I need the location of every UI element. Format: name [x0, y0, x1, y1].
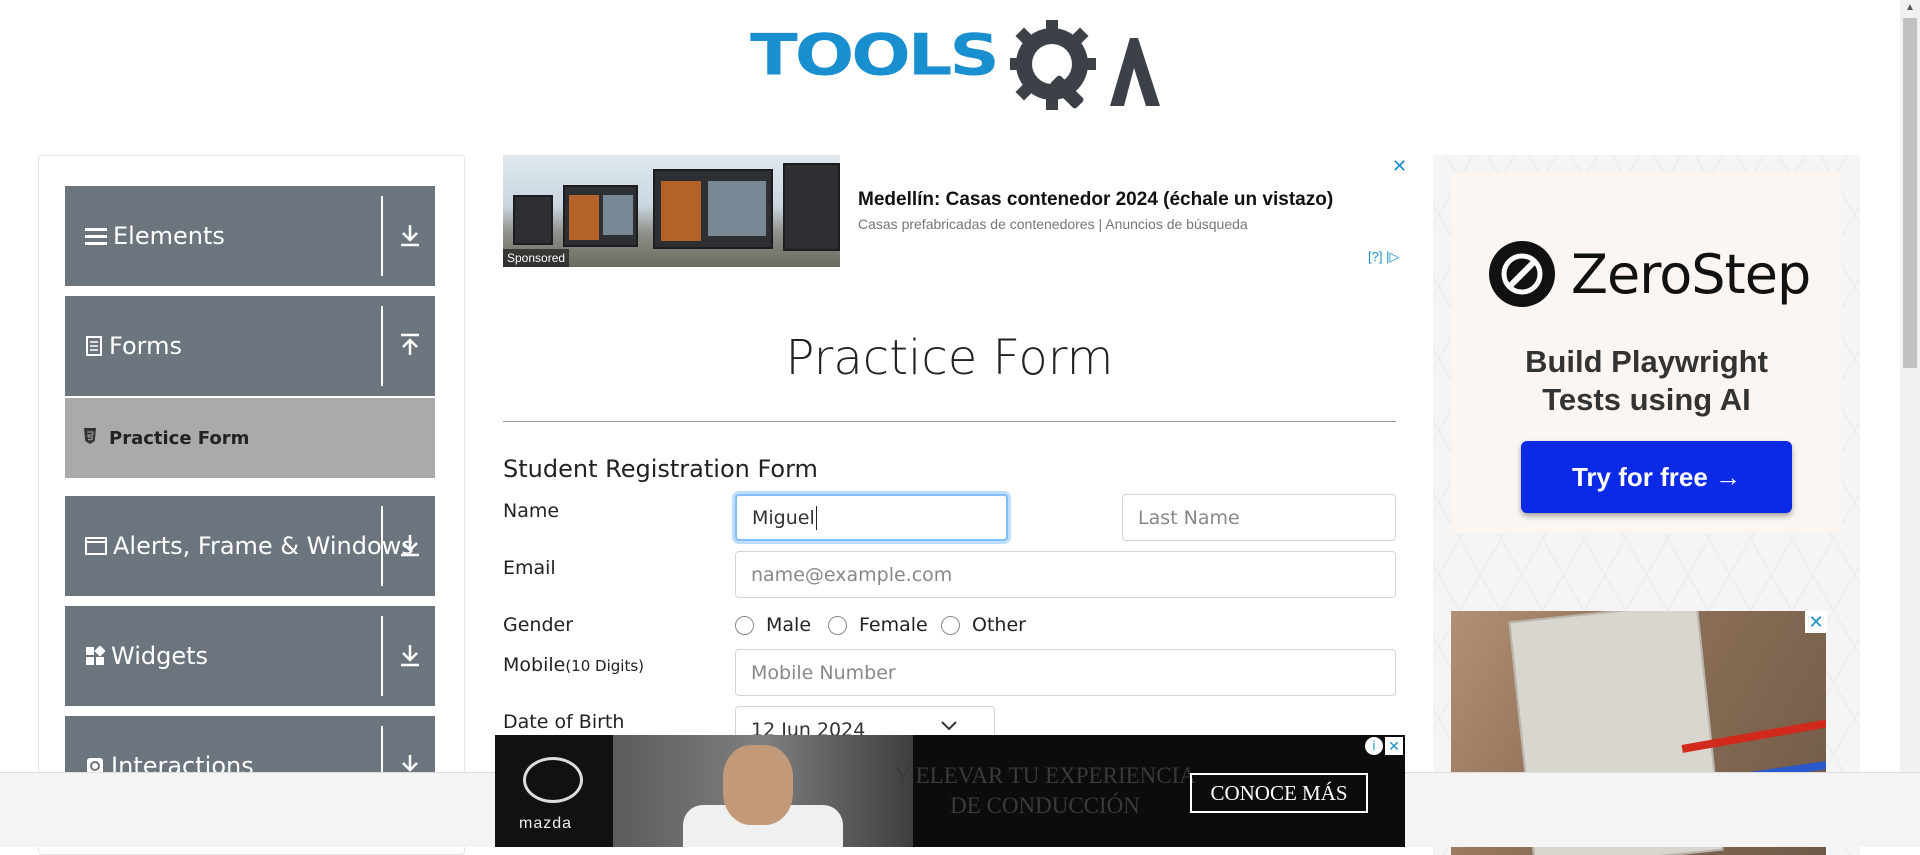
- tagline-line1: Build Playwright: [1525, 344, 1768, 379]
- sidebar-group-alerts[interactable]: Alerts, Frame & Windows: [65, 496, 435, 596]
- zerostep-logo-icon: [1489, 241, 1555, 307]
- arrow-up-icon[interactable]: [395, 330, 425, 360]
- divider: [381, 506, 383, 586]
- dob-label: Date of Birth: [503, 711, 625, 733]
- ad-choices-icon[interactable]: [?] |▷: [1368, 249, 1399, 265]
- gender-radio-female[interactable]: Female: [828, 614, 928, 636]
- sidebar-group-forms[interactable]: Forms: [65, 296, 435, 396]
- ad-image: [613, 735, 913, 847]
- sidebar-group-elements[interactable]: Elements: [65, 186, 435, 286]
- sidebar-group-label: Alerts, Frame & Windows: [113, 532, 414, 560]
- ad-brand: mazda: [519, 815, 573, 832]
- scrollbar-thumb[interactable]: [1903, 18, 1917, 368]
- mobile-input[interactable]: Mobile Number: [735, 649, 1396, 696]
- sponsored-ad-banner[interactable]: Sponsored Medellín: Casas contenedor 202…: [503, 155, 1413, 270]
- scroll-up-icon[interactable]: ▲: [1903, 2, 1917, 16]
- gender-radio-male[interactable]: Male: [735, 614, 811, 636]
- radio-icon[interactable]: [735, 615, 754, 635]
- form-heading: Student Registration Form: [503, 455, 818, 483]
- ad-info-icon[interactable]: i: [1365, 737, 1383, 755]
- sidebar-item-practice-form[interactable]: Practice Form: [65, 398, 435, 478]
- widgets-icon: [86, 646, 105, 665]
- first-name-input[interactable]: Miguel: [735, 494, 1008, 541]
- zerostep-ad[interactable]: ZeroStep Build Playwright Tests using AI …: [1433, 155, 1860, 855]
- chevron-down-icon: [941, 721, 957, 731]
- email-input[interactable]: name@example.com: [735, 551, 1396, 598]
- sidebar-group-label: Widgets: [111, 642, 209, 670]
- radio-label: Male: [766, 614, 812, 636]
- sponsored-label: Sponsored: [503, 249, 570, 267]
- radio-icon[interactable]: [941, 615, 960, 635]
- mazda-emblem-icon: [523, 757, 583, 803]
- ad-image[interactable]: Sponsored: [503, 155, 840, 267]
- arrow-down-icon[interactable]: [395, 640, 425, 670]
- ad-close-icon[interactable]: ✕: [1805, 611, 1827, 633]
- sidebar-group-label: Forms: [109, 332, 182, 360]
- radio-label: Female: [859, 614, 928, 636]
- ad-card[interactable]: ZeroStep Build Playwright Tests using AI …: [1451, 173, 1842, 533]
- sidebar-item-label: Practice Form: [109, 427, 250, 449]
- slogan-line1: Y ELEVAR TU EXPERIENCIA: [894, 763, 1196, 788]
- divider: [381, 196, 383, 276]
- toolsqa-logo[interactable]: TOOLS: [750, 18, 1160, 118]
- ad-brand: ZeroStep: [1571, 243, 1811, 306]
- window-icon: [85, 537, 107, 555]
- ad-close-icon[interactable]: ✕: [1392, 156, 1407, 177]
- mobile-label: Mobile(10 Digits): [503, 654, 644, 676]
- gender-radio-other[interactable]: Other: [941, 614, 1026, 636]
- mobile-label-text: Mobile: [503, 654, 566, 676]
- arrow-down-icon[interactable]: [395, 220, 425, 250]
- email-label: Email: [503, 557, 556, 579]
- ad-tagline: Build Playwright Tests using AI: [1451, 343, 1842, 419]
- sidebar: Elements Forms Practice Form Alerts, Fra…: [38, 155, 465, 855]
- try-for-free-button[interactable]: Try for free →: [1521, 441, 1792, 513]
- ad-subtext[interactable]: Casas prefabricadas de contenedores | An…: [858, 216, 1248, 232]
- radio-label: Other: [972, 614, 1026, 636]
- mazda-logo: mazda: [495, 735, 613, 847]
- tagline-line2: Tests using AI: [1542, 382, 1751, 417]
- ad-close-icon[interactable]: ✕: [1385, 737, 1403, 755]
- logo-qa-gear-icon: [1010, 20, 1160, 110]
- divider: [381, 306, 383, 386]
- sidebar-group-widgets[interactable]: Widgets: [65, 606, 435, 706]
- radio-icon[interactable]: [828, 615, 847, 635]
- menu-icon: [85, 228, 107, 245]
- gender-label: Gender: [503, 614, 574, 636]
- name-label: Name: [503, 500, 560, 522]
- logo-tools-text: TOOLS: [750, 21, 1000, 89]
- document-icon: [86, 336, 102, 356]
- sidebar-group-label: Elements: [113, 222, 225, 250]
- mazda-ad-banner[interactable]: mazda Y ELEVAR TU EXPERIENCIA DE CONDUCCI…: [495, 735, 1405, 847]
- mobile-hint: (10 Digits): [565, 657, 644, 675]
- divider: [503, 421, 1396, 422]
- conoce-mas-button[interactable]: CONOCE MÁS: [1190, 773, 1368, 813]
- ad-headline[interactable]: Medellín: Casas contenedor 2024 (échale …: [858, 189, 1333, 211]
- first-name-value: Miguel: [752, 506, 815, 529]
- ad-info-label: [?]: [1368, 249, 1383, 264]
- ad-slogan: Y ELEVAR TU EXPERIENCIA DE CONDUCCIÓN: [875, 761, 1215, 821]
- slogan-line2: DE CONDUCCIÓN: [950, 793, 1140, 818]
- page-title: Practice Form: [785, 330, 1114, 386]
- divider: [381, 616, 383, 696]
- arrow-down-icon[interactable]: [395, 530, 425, 560]
- last-name-input[interactable]: Last Name: [1122, 494, 1396, 541]
- html5-icon: [84, 428, 96, 444]
